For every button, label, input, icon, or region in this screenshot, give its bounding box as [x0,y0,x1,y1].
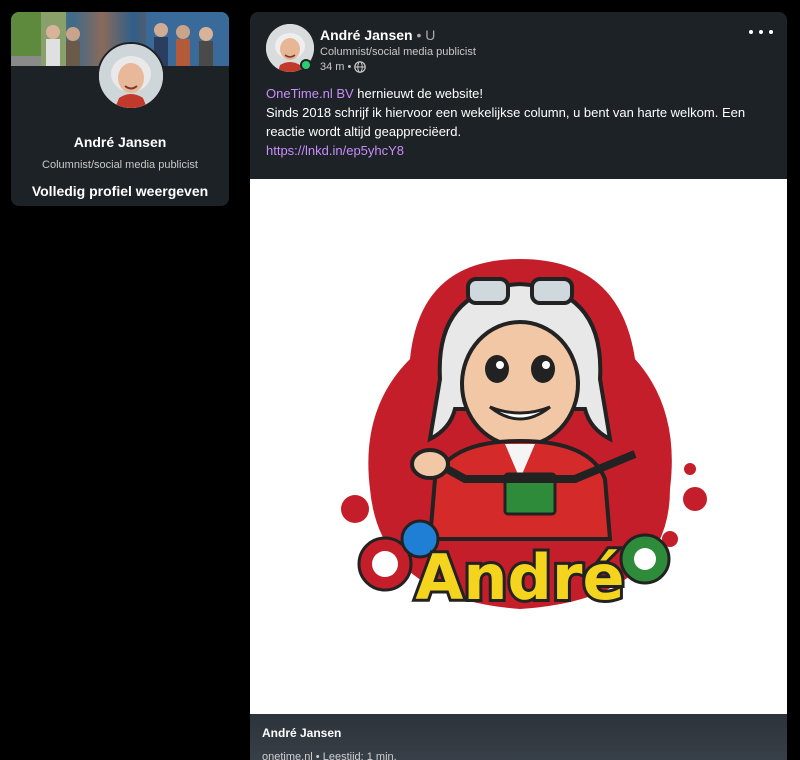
company-mention-link[interactable]: OneTime.nl BV [266,86,354,101]
online-status-icon [300,59,312,71]
link-preview-meta: onetime.nl • Leestijd: 1 min. [262,751,397,760]
globe-icon [354,61,367,73]
post-text: OneTime.nl BV hernieuwt de website! Sind… [266,84,776,160]
logo-name-text: André [415,541,624,614]
post-card: André Jansen • U Columnist/social media … [250,12,787,760]
more-options-icon[interactable] [749,24,773,40]
profile-name[interactable]: André Jansen [11,134,229,150]
view-full-profile-link[interactable]: Volledig profiel weergeven [11,183,229,199]
post-meta: 34 m • [320,61,367,73]
link-preview[interactable]: André Jansen onetime.nl • Leestijd: 1 mi… [250,714,787,760]
post-time: 34 m • [320,61,352,73]
post-author-name[interactable]: André Jansen [320,27,413,43]
connection-degree: • U [412,27,436,43]
profile-headline: Columnist/social media publicist [42,159,198,171]
post-author-line: André Jansen • U [320,27,435,43]
post-line1: hernieuwt de website! [353,86,484,101]
profile-card: André Jansen Columnist/social media publ… [11,12,229,206]
post-author-headline: Columnist/social media publicist [320,46,476,58]
post-image[interactable]: André [250,179,787,714]
link-preview-title[interactable]: André Jansen [262,726,341,740]
post-url-link[interactable]: https://lnkd.in/ep5yhcY8 [266,143,404,158]
post-line2: Sinds 2018 schrijf ik hiervoor een wekel… [266,105,746,139]
profile-avatar[interactable] [97,42,165,110]
